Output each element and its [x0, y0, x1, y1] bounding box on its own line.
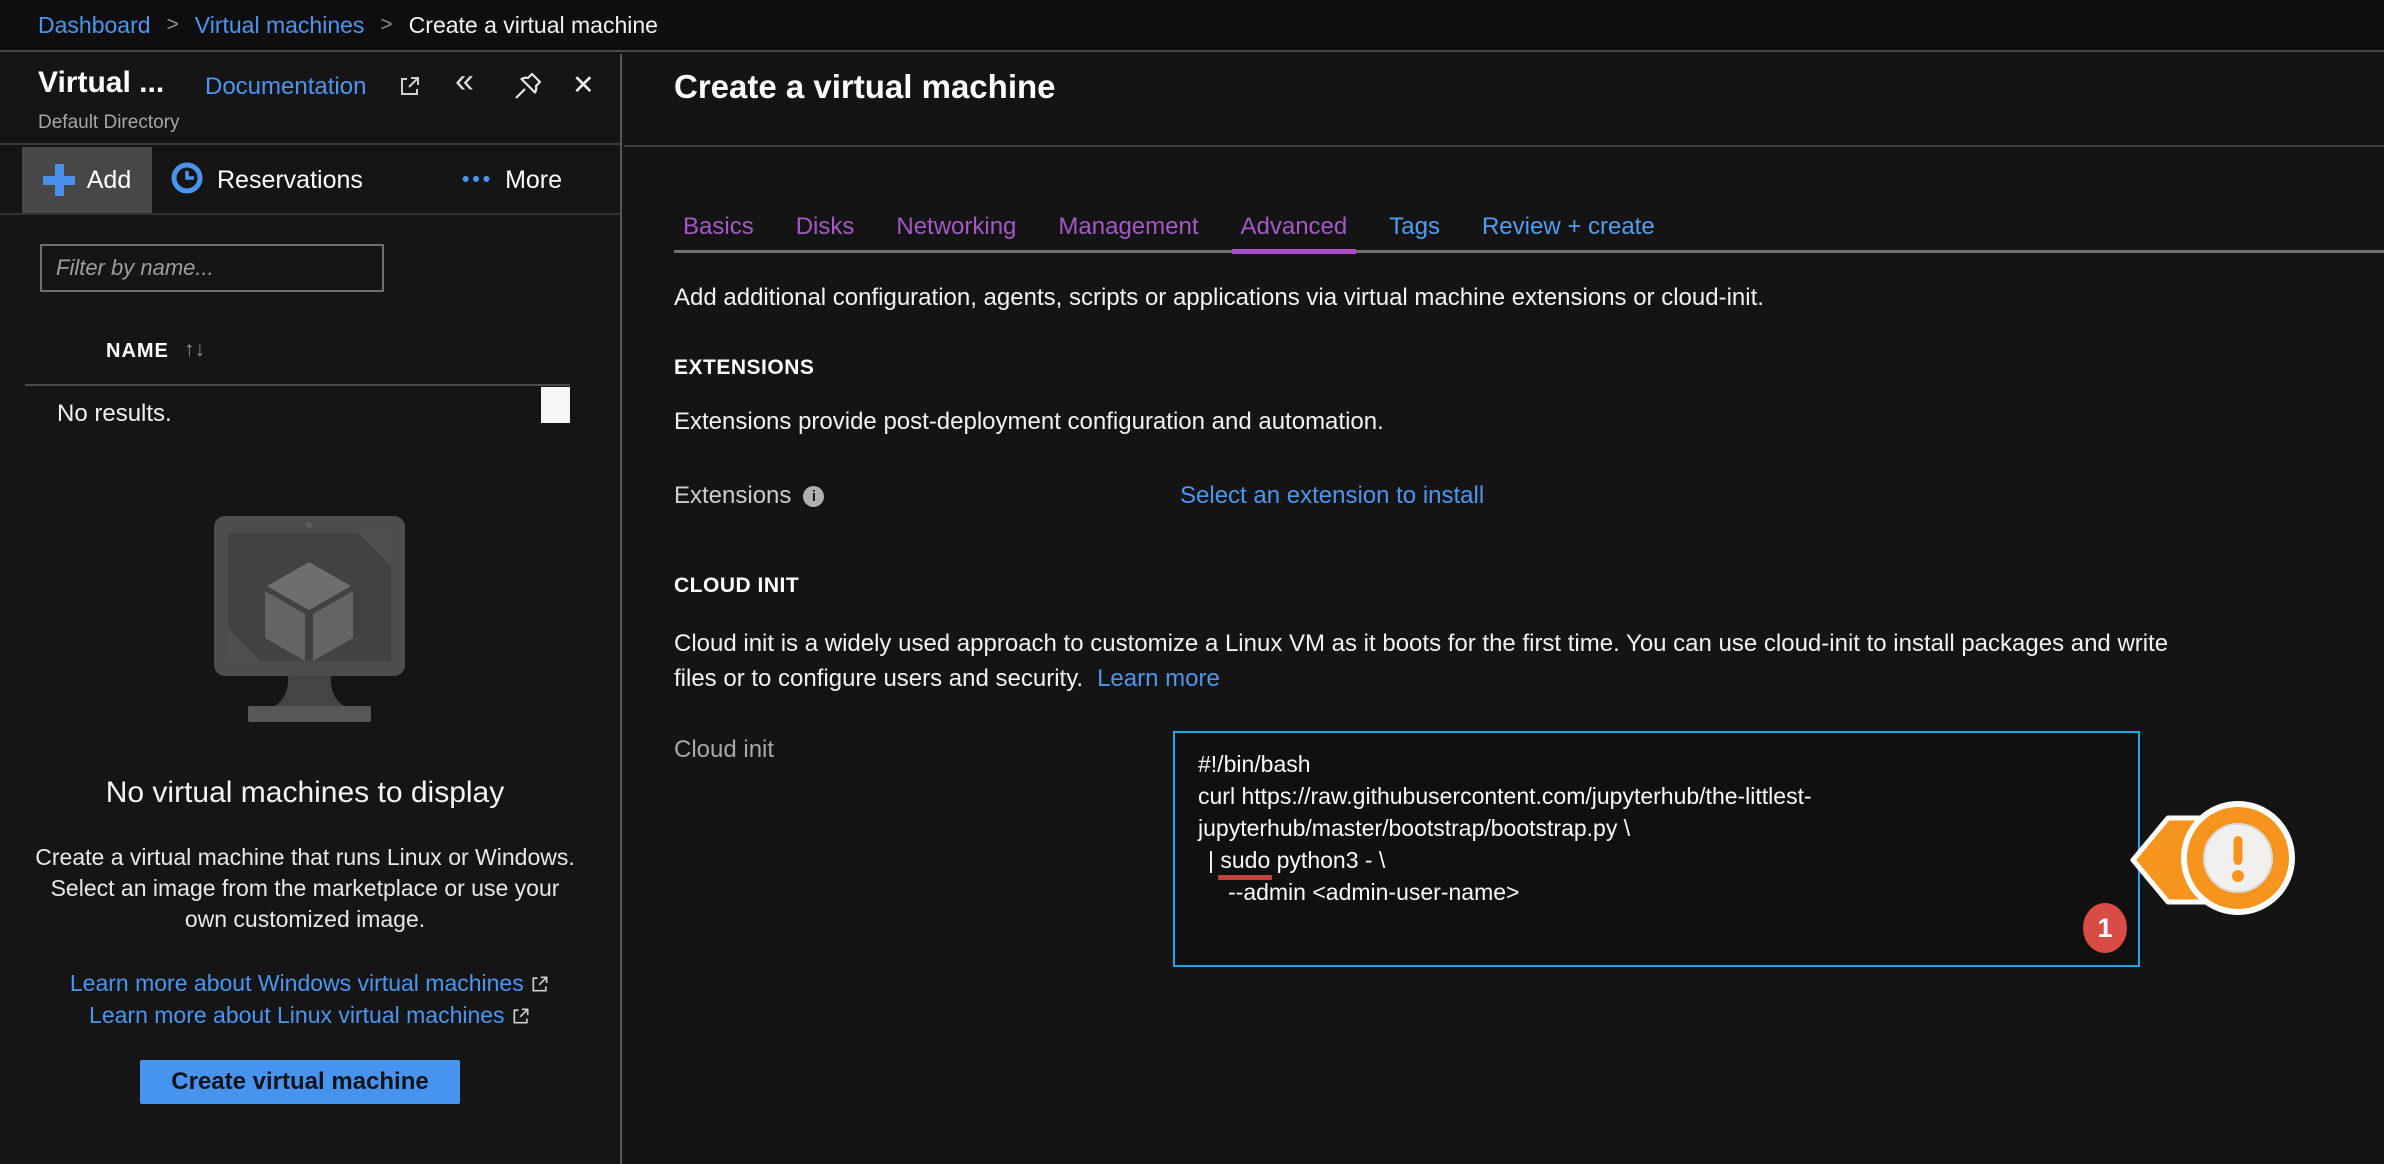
code-line: --admin <admin-user-name>: [1198, 876, 2115, 908]
scrollbar-thumb[interactable]: [541, 387, 570, 423]
name-column-header[interactable]: NAME: [106, 340, 169, 363]
external-link-icon: [511, 1005, 531, 1032]
cloud-init-textarea[interactable]: #!/bin/bash curl https://raw.githubuserc…: [1173, 731, 2140, 967]
directory-subtitle: Default Directory: [38, 112, 180, 134]
wizard-tabs: Basics Disks Networking Management Advan…: [674, 204, 2384, 253]
create-vm-panel: Create a virtual machine Basics Disks Ne…: [624, 54, 2384, 1164]
no-results-text: No results.: [57, 400, 172, 428]
add-button[interactable]: Add: [22, 147, 152, 213]
breadcrumb-separator-icon: >: [380, 13, 392, 37]
plus-icon: [43, 164, 75, 196]
cloud-init-description: Cloud init is a widely used approach to …: [674, 626, 2204, 696]
clock-icon: [170, 161, 204, 200]
create-virtual-machine-button[interactable]: Create virtual machine: [140, 1060, 460, 1104]
external-link-icon: [530, 973, 550, 1000]
learn-more-link[interactable]: Learn more: [1097, 665, 1220, 692]
tab-basics[interactable]: Basics: [674, 204, 763, 250]
code-line: jupyterhub/master/bootstrap/bootstrap.py…: [1198, 812, 2115, 844]
close-blade-icon[interactable]: ✕: [572, 70, 595, 101]
documentation-link[interactable]: Documentation: [205, 73, 366, 101]
panel-header: Create a virtual machine: [624, 54, 2384, 147]
empty-state-title: No virtual machines to display: [10, 776, 600, 810]
reservations-button[interactable]: Reservations: [170, 147, 363, 213]
empty-state-description: Create a virtual machine that runs Linux…: [30, 842, 580, 935]
list-divider: [25, 384, 570, 386]
reservations-label: Reservations: [217, 166, 363, 195]
sudo-misspell-underline: sudo: [1220, 847, 1270, 873]
tab-tags[interactable]: Tags: [1380, 204, 1449, 250]
azure-portal-screen: Dashboard > Virtual machines > Create a …: [0, 0, 2384, 1164]
breadcrumb-current: Create a virtual machine: [409, 12, 658, 39]
learn-linux-link[interactable]: Learn more about Linux virtual machines: [0, 1002, 620, 1032]
extensions-section-header: EXTENSIONS: [674, 356, 814, 380]
extensions-field-label: Extensions: [674, 482, 824, 510]
extensions-description: Extensions provide post-deployment confi…: [674, 408, 1384, 436]
ellipsis-icon: •••: [462, 168, 493, 192]
breadcrumb-dashboard[interactable]: Dashboard: [38, 12, 151, 39]
sort-arrows-icon[interactable]: ↑↓: [184, 338, 205, 362]
tab-review-create[interactable]: Review + create: [1473, 204, 1664, 250]
advanced-intro-text: Add additional configuration, agents, sc…: [674, 284, 1764, 312]
tab-networking[interactable]: Networking: [887, 204, 1025, 250]
virtual-machines-blade: Virtual ... Documentation « ✕ Default Di…: [0, 54, 622, 1164]
add-label: Add: [87, 166, 131, 195]
vm-monitor-icon: [208, 512, 411, 742]
tab-management[interactable]: Management: [1049, 204, 1207, 250]
blade-header: Virtual ... Documentation « ✕ Default Di…: [0, 54, 620, 145]
breadcrumb: Dashboard > Virtual machines > Create a …: [0, 0, 2384, 52]
select-extension-link[interactable]: Select an extension to install: [1180, 482, 1484, 510]
tab-disks[interactable]: Disks: [787, 204, 864, 250]
breadcrumb-virtual-machines[interactable]: Virtual machines: [195, 12, 365, 39]
filter-by-name-input[interactable]: [40, 244, 384, 292]
warning-callout-icon: [2120, 788, 2310, 943]
code-line: | sudo python3 - \: [1198, 844, 2115, 876]
tab-advanced[interactable]: Advanced: [1232, 204, 1357, 250]
pin-blade-icon[interactable]: [512, 70, 544, 107]
more-label: More: [505, 166, 562, 195]
blade-title: Virtual ...: [38, 66, 164, 100]
code-line: #!/bin/bash: [1198, 748, 2115, 780]
collapse-blade-icon[interactable]: «: [455, 62, 474, 101]
cloud-init-section-header: CLOUD INIT: [674, 574, 799, 598]
learn-windows-link[interactable]: Learn more about Windows virtual machine…: [0, 970, 620, 1000]
code-line: curl https://raw.githubusercontent.com/j…: [1198, 780, 2115, 812]
external-link-icon[interactable]: [398, 74, 422, 103]
info-icon[interactable]: [803, 486, 824, 507]
more-button[interactable]: ••• More: [462, 147, 562, 213]
blade-toolbar: Add Reservations ••• More: [0, 147, 620, 215]
breadcrumb-separator-icon: >: [167, 13, 179, 37]
page-title: Create a virtual machine: [674, 68, 1056, 106]
cloud-init-field-label: Cloud init: [674, 736, 774, 764]
